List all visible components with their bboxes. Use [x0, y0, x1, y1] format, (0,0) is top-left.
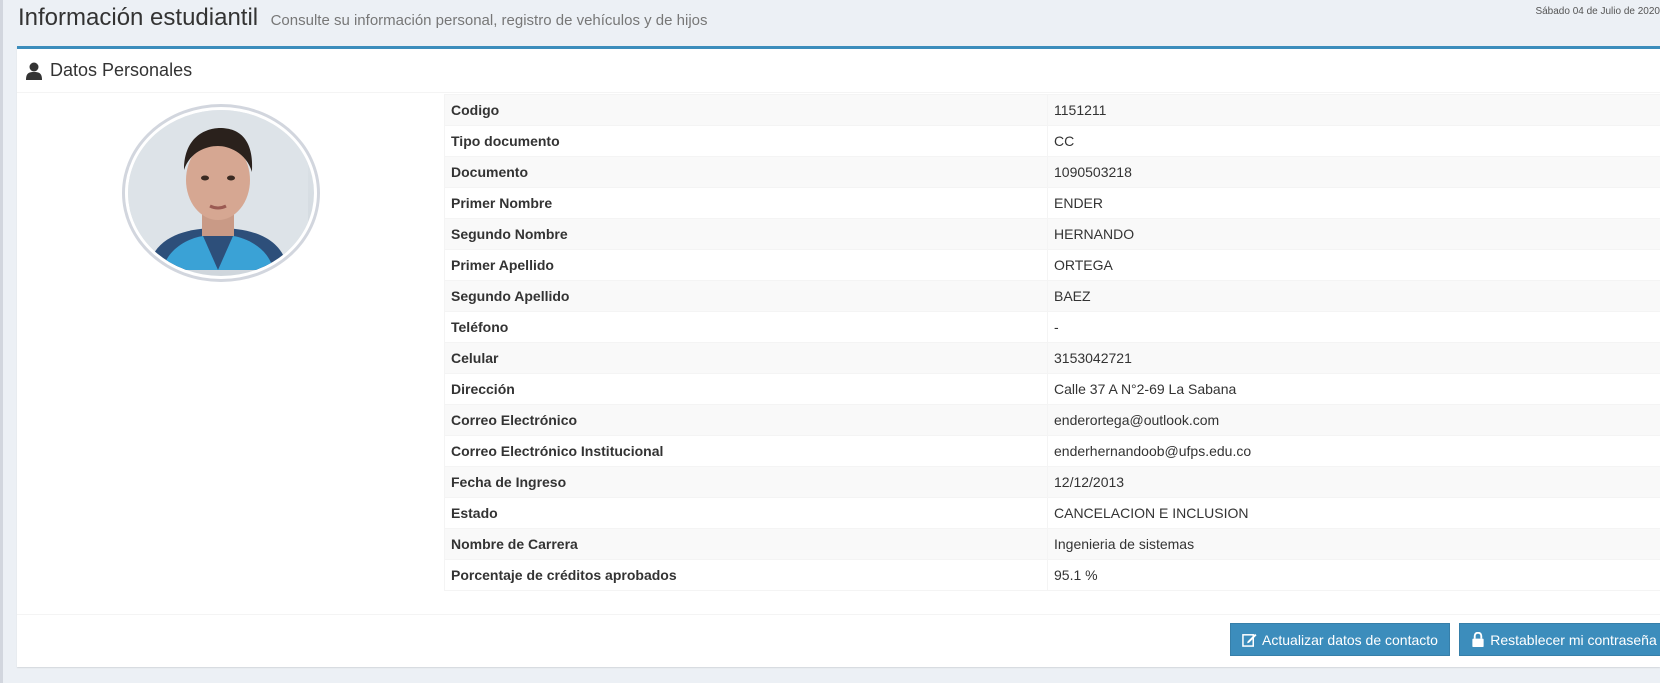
field-label: Primer Nombre: [444, 187, 1048, 219]
field-label: Codigo: [444, 94, 1048, 126]
table-row: Primer Apellido ORTEGA: [444, 249, 1660, 281]
field-value: enderhernandoob@ufps.edu.co: [1047, 435, 1660, 467]
page-header: Información estudiantil Consulte su info…: [18, 4, 708, 40]
page-title: Información estudiantil: [18, 4, 259, 31]
field-label: Segundo Nombre: [444, 218, 1048, 250]
box-header: Datos Personales: [17, 49, 1660, 93]
field-value: 3153042721: [1047, 342, 1660, 374]
current-date: Sábado 04 de Julio de 2020: [1535, 6, 1660, 17]
field-value: ORTEGA: [1047, 249, 1660, 281]
table-row: Nombre de Carrera Ingenieria de sistemas: [444, 528, 1660, 560]
field-label: Fecha de Ingreso: [444, 466, 1048, 498]
profile-photo: [122, 104, 320, 282]
student-photo: [128, 110, 314, 276]
reset-password-button[interactable]: Restablecer mi contraseña: [1459, 623, 1660, 656]
field-value: 1151211: [1047, 94, 1660, 126]
table-row: Documento 1090503218: [444, 156, 1660, 188]
table-row: Segundo Apellido BAEZ: [444, 280, 1660, 312]
field-label: Correo Electrónico Institucional: [444, 435, 1048, 467]
field-label: Nombre de Carrera: [444, 528, 1048, 560]
field-label: Primer Apellido: [444, 249, 1048, 281]
field-value: -: [1047, 311, 1660, 343]
field-value: enderortega@outlook.com: [1047, 404, 1660, 436]
table-row: Estado CANCELACION E INCLUSION: [444, 497, 1660, 529]
table-row: Correo Electrónico Institucional enderher…: [444, 435, 1660, 467]
box-footer: Actualizar datos de contacto Restablecer…: [17, 614, 1660, 667]
field-label: Correo Electrónico: [444, 404, 1048, 436]
table-row: Codigo 1151211: [444, 94, 1660, 126]
field-label: Estado: [444, 497, 1048, 529]
personal-data-box: Datos Personales Codigo 1151211 Tipo docum…: [17, 46, 1660, 667]
lock-icon: [1472, 632, 1484, 647]
update-contact-label: Actualizar datos de contacto: [1262, 631, 1438, 648]
field-value: 1090503218: [1047, 156, 1660, 188]
field-label: Porcentaje de créditos aprobados: [444, 559, 1048, 591]
table-row: Segundo Nombre HERNANDO: [444, 218, 1660, 250]
field-value: 95.1 %: [1047, 559, 1660, 591]
field-value: CANCELACION E INCLUSION: [1047, 497, 1660, 529]
field-value: BAEZ: [1047, 280, 1660, 312]
table-row: Primer Nombre ENDER: [444, 187, 1660, 219]
field-value: Calle 37 A N°2-69 La Sabana: [1047, 373, 1660, 405]
update-contact-button[interactable]: Actualizar datos de contacto: [1230, 623, 1450, 656]
field-value: Ingenieria de sistemas: [1047, 528, 1660, 560]
field-label: Tipo documento: [444, 125, 1048, 157]
field-value: ENDER: [1047, 187, 1660, 219]
field-label: Segundo Apellido: [444, 280, 1048, 312]
user-icon: [26, 62, 42, 80]
table-row: Correo Electrónico enderortega@outlook.co…: [444, 404, 1660, 436]
field-value: 12/12/2013: [1047, 466, 1660, 498]
table-row: Dirección Calle 37 A N°2-69 La Sabana: [444, 373, 1660, 405]
field-value: CC: [1047, 125, 1660, 157]
field-label: Teléfono: [444, 311, 1048, 343]
sidebar-edge: [0, 0, 3, 683]
field-value: HERNANDO: [1047, 218, 1660, 250]
table-row: Teléfono -: [444, 311, 1660, 343]
page-subtitle: Consulte su información personal, regist…: [270, 12, 708, 29]
table-row: Fecha de Ingreso 12/12/2013: [444, 466, 1660, 498]
field-label: Dirección: [444, 373, 1048, 405]
table-row: Porcentaje de créditos aprobados 95.1 %: [444, 559, 1660, 591]
table-row: Tipo documento CC: [444, 125, 1660, 157]
edit-icon: [1242, 633, 1257, 647]
field-label: Documento: [444, 156, 1048, 188]
field-label: Celular: [444, 342, 1048, 374]
box-title: Datos Personales: [50, 60, 193, 80]
reset-password-label: Restablecer mi contraseña: [1490, 631, 1657, 648]
personal-data-table: Codigo 1151211 Tipo documento CC Documento 10…: [444, 94, 1660, 591]
table-row: Celular 3153042721: [444, 342, 1660, 374]
